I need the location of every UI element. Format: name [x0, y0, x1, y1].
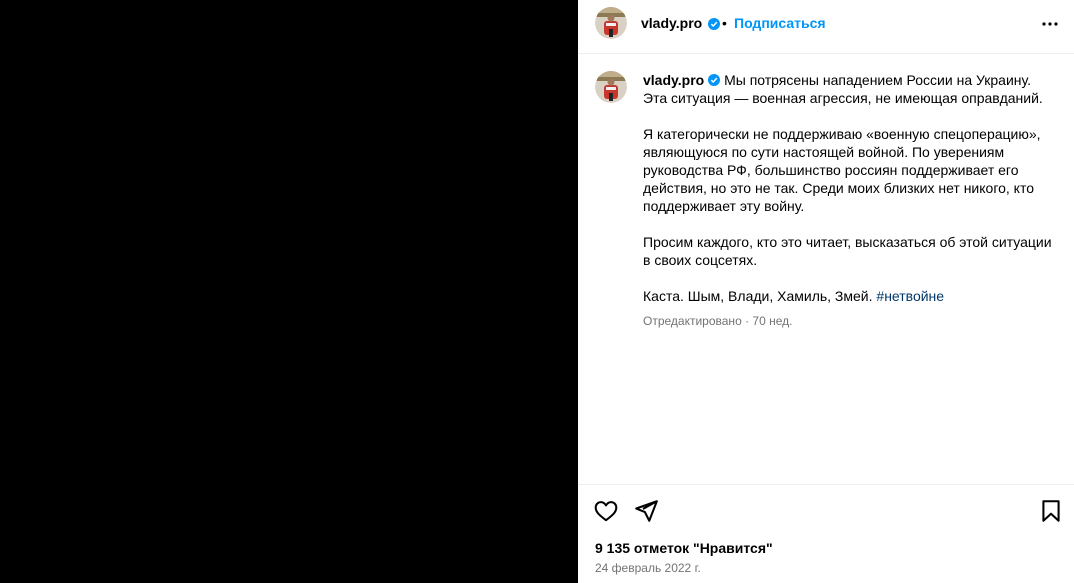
verified-badge-icon	[708, 74, 721, 86]
heart-icon[interactable]	[593, 498, 619, 524]
share-icon[interactable]	[633, 498, 659, 524]
caption-signature: Каста. Шым, Влади, Хамиль, Змей. #нетвой…	[643, 287, 1053, 305]
edited-label: Отредактировано · 70 нед.	[643, 314, 793, 328]
author-avatar[interactable]	[595, 7, 627, 39]
likes-count[interactable]: 9 135 отметок "Нравится"	[595, 540, 773, 556]
post-media[interactable]	[0, 0, 578, 583]
caption-paragraph-2: Я категорически не поддерживаю «военную …	[643, 126, 1041, 214]
hashtag-link[interactable]: #нетвойне	[876, 288, 944, 304]
author-username[interactable]: vlady.pro	[641, 15, 702, 31]
caption-section: vlady.pro Мы потрясены нападением России…	[578, 54, 1074, 484]
caption-paragraph-3: Просим каждого, кто это читает, высказат…	[643, 234, 1052, 268]
caption-avatar[interactable]	[595, 71, 627, 103]
header-separator: •	[722, 15, 727, 31]
signature-text: Каста. Шым, Влади, Хамиль, Змей.	[643, 288, 877, 304]
bookmark-icon[interactable]	[1038, 498, 1064, 524]
verified-badge-icon	[704, 16, 720, 34]
caption-username[interactable]: vlady.pro	[643, 72, 704, 88]
follow-button[interactable]: Подписаться	[734, 15, 826, 31]
post-header: vlady.pro • Подписаться	[578, 0, 1074, 54]
caption-paragraph: vlady.pro Мы потрясены нападением России…	[643, 71, 1053, 107]
more-options-icon[interactable]	[1040, 14, 1060, 34]
actions-bar: 9 135 отметок "Нравится" 24 февраль 2022…	[578, 484, 1074, 583]
post-panel: vlady.pro • Подписаться vlady.pro Мы пот…	[578, 0, 1074, 583]
caption-text: vlady.pro Мы потрясены нападением России…	[643, 71, 1053, 323]
post-date[interactable]: 24 февраль 2022 г.	[595, 561, 701, 575]
